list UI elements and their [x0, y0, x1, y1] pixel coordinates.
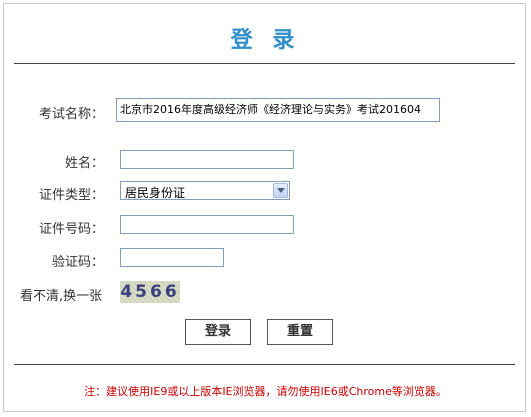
id-type-selected-value: 居民身份证 — [125, 186, 186, 200]
id-type-select[interactable]: 居民身份证 — [120, 181, 290, 200]
login-panel — [3, 3, 526, 412]
bottom-divider — [14, 364, 515, 365]
exam-name-label: 考试名称： — [38, 107, 104, 122]
captcha-input[interactable] — [120, 248, 224, 267]
reset-button[interactable]: 重置 — [267, 319, 333, 345]
captcha-image[interactable]: 4566 — [120, 281, 180, 303]
top-divider — [14, 63, 515, 64]
refresh-captcha-link[interactable]: 看不清,换一张 — [20, 285, 110, 304]
browser-note: 注：建议使用IE9或以上版本IE浏览器，请勿使用IE6或Chrome等浏览器。 — [84, 385, 447, 398]
id-number-input[interactable] — [120, 215, 294, 234]
id-number-label: 证件号码： — [38, 222, 104, 237]
name-input[interactable] — [120, 150, 294, 169]
chevron-down-icon[interactable] — [273, 183, 288, 198]
id-type-label: 证件类型： — [38, 188, 104, 203]
page-title: 登 录 — [230, 28, 301, 53]
captcha-label: 验证码： — [51, 255, 104, 270]
exam-name-field[interactable]: 北京市2016年度高级经济师《经济理论与实务》考试201604 — [116, 98, 440, 122]
name-label: 姓名： — [64, 156, 104, 171]
login-button[interactable]: 登录 — [185, 319, 251, 345]
